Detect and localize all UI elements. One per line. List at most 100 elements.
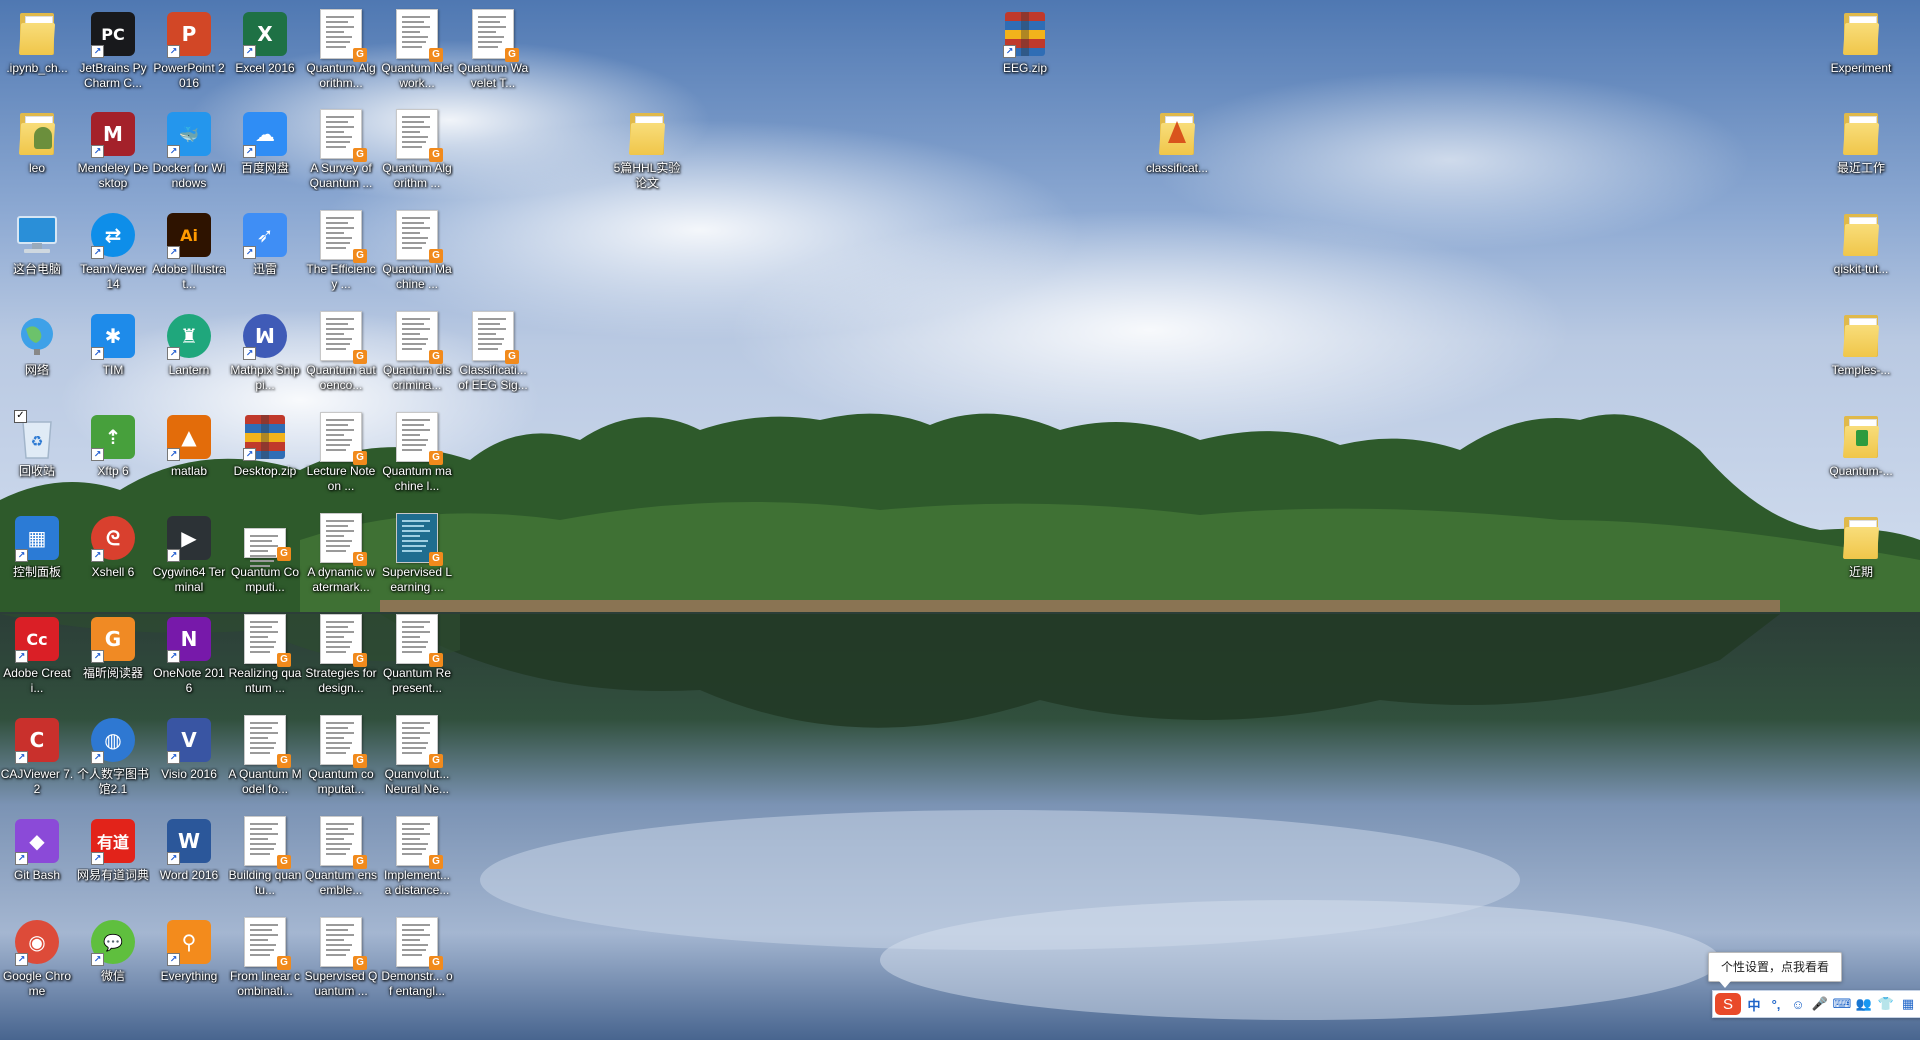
desktop-icon-item[interactable]: ▦ ↗ 控制面板 (0, 508, 74, 608)
desktop-icon-desktop-zip[interactable]: ↗ Desktop.zip (228, 407, 302, 507)
shortcut-arrow-icon: ↗ (243, 347, 256, 360)
desktop-icon-from-linear-combinati[interactable]: G From linear combinati... (228, 912, 302, 1012)
desktop-icon-mendeley-desktop[interactable]: M ↗ Mendeley Desktop (76, 104, 150, 204)
desktop-icon-google-chrome[interactable]: ◉ ↗ Google Chrome (0, 912, 74, 1012)
recycle-bin-select-checkbox[interactable]: ✓ (14, 410, 27, 423)
pdf-document-icon: G (317, 917, 367, 970)
desktop-icon-adobe-illustrat[interactable]: Ai ↗ Adobe Illustrat... (152, 205, 226, 305)
desktop-icon-quantum-computi[interactable]: G Quantum Computi... (228, 508, 302, 608)
desktop-icon-quantum-wavelet-t[interactable]: G Quantum Wavelet T... (456, 4, 530, 104)
desktop-icon-item[interactable]: 网络 (0, 306, 74, 406)
shortcut-arrow-icon: ↗ (91, 246, 104, 259)
desktop-icon-label: Classificati... of EEG Sig... (458, 363, 528, 392)
desktop-icon-item[interactable]: G ↗ 福昕阅读器 (76, 609, 150, 709)
ime-voice-icon[interactable]: 🎤 (1809, 993, 1831, 1015)
desktop-icon-qiskit-tut[interactable]: qiskit-tut... (1824, 205, 1898, 305)
desktop-icon-everything[interactable]: ⚲ ↗ Everything (152, 912, 226, 1012)
desktop-icon-mathpix-snippi[interactable]: ꟽ ↗ Mathpix Snippi... (228, 306, 302, 406)
desktop-icon-temples[interactable]: Temples-... (1824, 306, 1898, 406)
desktop-icon-cajviewer-7-2[interactable]: C ↗ CAJViewer 7.2 (0, 710, 74, 810)
desktop-icon-quantum-discrimina[interactable]: G Quantum discrimina... (380, 306, 454, 406)
folder-icon (13, 10, 61, 58)
desktop-icon-item[interactable]: 最近工作 (1824, 104, 1898, 204)
desktop-icon-quantum-algorithm[interactable]: G Quantum Algorithm ... (380, 104, 454, 204)
desktop-icon-docker-for-windows[interactable]: 🐳 ↗ Docker for Windows (152, 104, 226, 204)
desktop-icon-demonstr-of-entangl[interactable]: G Demonstr... of entangl... (380, 912, 454, 1012)
pdf-document-icon: G (317, 715, 367, 768)
ime-keyboard-icon[interactable]: ⌨ (1831, 993, 1853, 1015)
desktop-icon-label: 迅雷 (252, 262, 277, 276)
desktop-icon-quantum-machine-l[interactable]: G Quantum machine l... (380, 407, 454, 507)
desktop-icon-experiment[interactable]: Experiment (1824, 4, 1898, 104)
desktop-icon-quantum-network[interactable]: G Quantum Network... (380, 4, 454, 104)
desktop-icon-building-quantu[interactable]: G Building quantu... (228, 811, 302, 911)
desktop-icon-tim[interactable]: ✱ ↗ TIM (76, 306, 150, 406)
desktop-icon-item[interactable]: 有道 ↗ 网易有道词典 (76, 811, 150, 911)
zip-archive-icon: ↗ (241, 413, 289, 461)
desktop-icon-item[interactable]: ➶ ↗ 迅雷 (228, 205, 302, 305)
desktop-icon-cygwin64-terminal[interactable]: ▶ ↗ Cygwin64 Terminal (152, 508, 226, 608)
desktop-icon-5-hhl[interactable]: 5篇HHL实验论文 (610, 104, 684, 204)
desktop-icon-implement-a-distance[interactable]: G Implement... a distance... (380, 811, 454, 911)
ime-punctuation[interactable]: °, (1765, 993, 1787, 1015)
desktop-icon-onenote-2016[interactable]: N ↗ OneNote 2016 (152, 609, 226, 709)
desktop-icon-xshell-6[interactable]: ᘓ ↗ Xshell 6 (76, 508, 150, 608)
desktop-icon-a-survey-of-quantum[interactable]: GA Survey of Quantum ... (304, 104, 378, 204)
ime-toolbox-icon[interactable]: ▦ (1897, 993, 1919, 1015)
desktop-icon-quanvolut-neural-ne[interactable]: G Quanvolut... Neural Ne... (380, 710, 454, 810)
desktop-icon-supervised-quantum[interactable]: G Supervised Quantum ... (304, 912, 378, 1012)
ime-toolbar[interactable]: S 中 °, ☺ 🎤 ⌨ 👥 👕 ▦ (1712, 990, 1920, 1018)
desktop-icon-2-1[interactable]: ◍ ↗ 个人数字图书馆2.1 (76, 710, 150, 810)
desktop-icon-quantum-autoenco[interactable]: G Quantum autoenco... (304, 306, 378, 406)
pdf-document-icon: G (393, 917, 443, 970)
desktop-icon-supervised-learning[interactable]: G Supervised Learning ... (380, 508, 454, 608)
shortcut-arrow-icon: ↗ (15, 953, 28, 966)
desktop-icon-classificati-of-eeg-sig[interactable]: G Classificati... of EEG Sig... (456, 306, 530, 406)
desktop-icon-git-bash[interactable]: ◆ ↗ Git Bash (0, 811, 74, 911)
mendeley-desktop-app-icon: M ↗ (89, 110, 137, 158)
desktop-icon-ipynb-ch[interactable]: .ipynb_ch... (0, 4, 74, 104)
desktop-icon-quantum-ensemble[interactable]: G Quantum ensemble... (304, 811, 378, 911)
shortcut-arrow-icon: ↗ (167, 448, 180, 461)
desktop-icon-the-efficiency[interactable]: G The Efficiency ... (304, 205, 378, 305)
desktop-icon-matlab[interactable]: ▲ ↗ matlab (152, 407, 226, 507)
ime-skin-icon[interactable]: 👕 (1875, 993, 1897, 1015)
desktop-icon-classificat[interactable]: classificat... (1140, 104, 1214, 204)
folder-icon (1837, 514, 1885, 562)
desktop-icon-item[interactable]: ☁ ↗ 百度网盘 (228, 104, 302, 204)
desktop-icon-label: Visio 2016 (161, 767, 217, 781)
ime-users-icon[interactable]: 👥 (1853, 993, 1875, 1015)
desktop-icon-xftp-6[interactable]: ⇡ ↗ Xftp 6 (76, 407, 150, 507)
desktop-icon-quantum[interactable]: Quantum-... (1824, 407, 1898, 507)
desktop-icon-strategies-for-design[interactable]: G Strategies for design... (304, 609, 378, 709)
desktop-icon-lecture-note-on[interactable]: G Lecture Note on ... (304, 407, 378, 507)
desktop-icon-item[interactable]: 近期 (1824, 508, 1898, 608)
pdf-document-icon: G (393, 816, 443, 869)
desktop-icon-adobe-creati[interactable]: Cc ↗ Adobe Creati... (0, 609, 74, 709)
desktop-icon-item[interactable]: 💬 ↗ 微信 (76, 912, 150, 1012)
desktop-icon-jetbrains-pycharm-c[interactable]: PC ↗ JetBrains PyCharm C... (76, 4, 150, 104)
sogou-logo-icon[interactable]: S (1715, 993, 1741, 1015)
desktop-icon-realizing-quantum[interactable]: G Realizing quantum ... (228, 609, 302, 709)
folder-icon (1837, 10, 1885, 58)
desktop-icon-quantum-represent[interactable]: G Quantum Represent... (380, 609, 454, 709)
desktop-icon-excel-2016[interactable]: X ↗ Excel 2016 (228, 4, 302, 104)
desktop-icon-quantum-machine[interactable]: G Quantum Machine ... (380, 205, 454, 305)
desktop-icon-a-dynamic-watermark[interactable]: GA dynamic watermark... (304, 508, 378, 608)
desktop-icon-eeg-zip[interactable]: ↗ EEG.zip (988, 4, 1062, 104)
shortcut-arrow-icon: ↗ (167, 45, 180, 58)
desktop-icon-item[interactable]: ♻ 回收站 (0, 407, 74, 507)
desktop-icon-a-quantum-model-fo[interactable]: GA Quantum Model fo... (228, 710, 302, 810)
desktop-icon-item[interactable]: 这台电脑 (0, 205, 74, 305)
desktop-icon-lantern[interactable]: ♜ ↗ Lantern (152, 306, 226, 406)
desktop-icon-quantum-algorithm[interactable]: G Quantum Algorithm... (304, 4, 378, 104)
desktop-icon-word-2016[interactable]: W ↗ Word 2016 (152, 811, 226, 911)
desktop-icon-leo[interactable]: leo (0, 104, 74, 204)
desktop-icon-label: Quantum discrimina... (382, 363, 452, 392)
ime-emoji-icon[interactable]: ☺ (1787, 993, 1809, 1015)
desktop-icon-powerpoint-2016[interactable]: P ↗ PowerPoint 2016 (152, 4, 226, 104)
desktop-icon-visio-2016[interactable]: V ↗ Visio 2016 (152, 710, 226, 810)
ime-chinese-mode[interactable]: 中 (1743, 993, 1765, 1015)
desktop-icon-teamviewer-14[interactable]: ⇄ ↗ TeamViewer 14 (76, 205, 150, 305)
desktop-icon-quantum-computat[interactable]: G Quantum computat... (304, 710, 378, 810)
